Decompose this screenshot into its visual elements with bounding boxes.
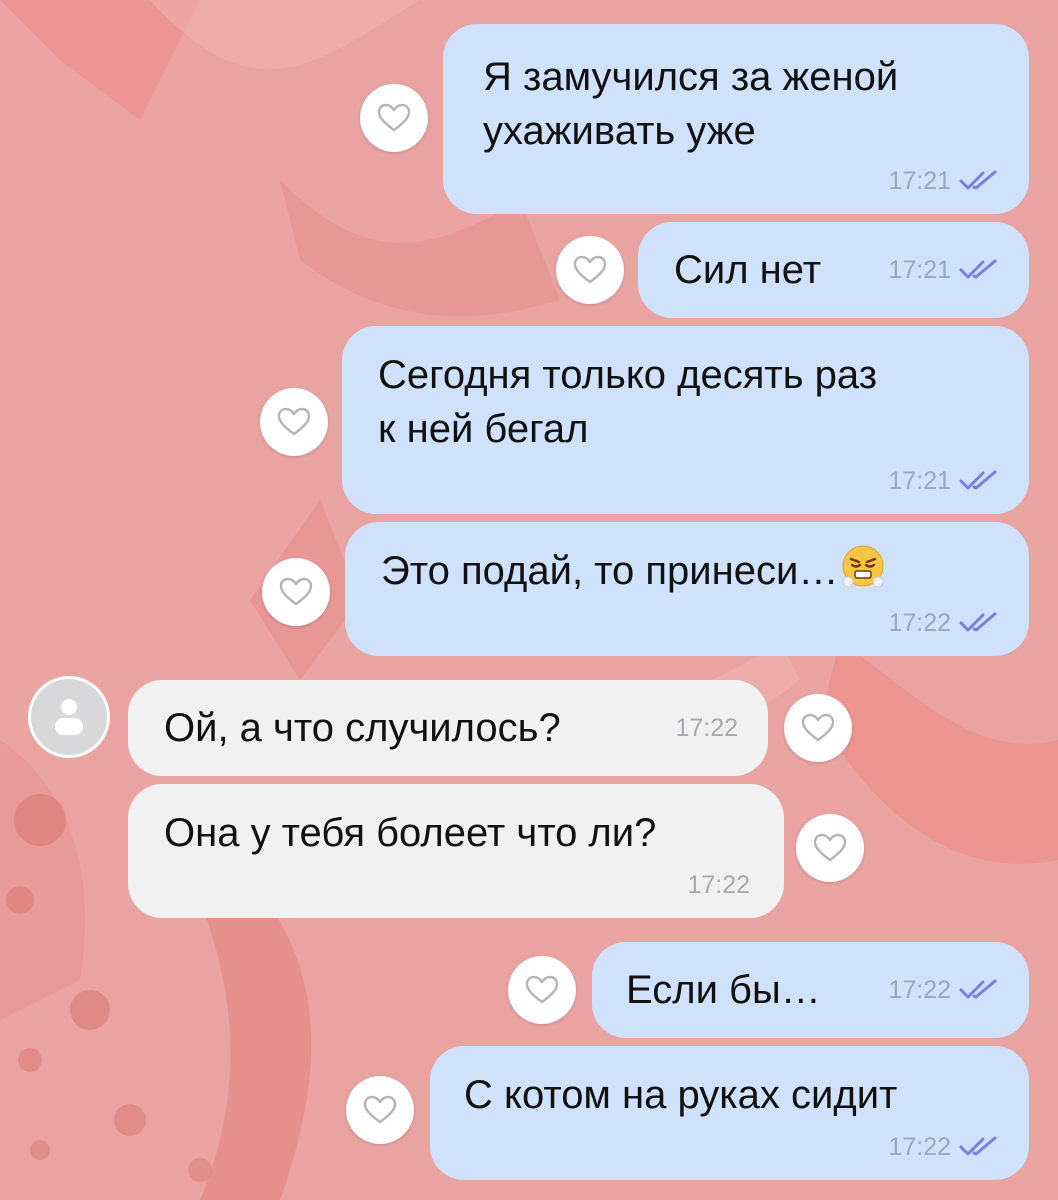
- message-bubble-outgoing[interactable]: С котом на руках сидит 17:22: [430, 1046, 1029, 1180]
- heart-outline-icon: [279, 577, 313, 606]
- message-meta: 17:21: [888, 168, 999, 194]
- message-text: С котом на руках сидит: [464, 1073, 898, 1117]
- reaction-button[interactable]: [556, 236, 624, 304]
- message-meta: 17:22: [675, 715, 738, 741]
- person-placeholder-icon: [55, 699, 83, 735]
- read-ticks-icon: [959, 1136, 997, 1156]
- message-meta: 17:22: [687, 872, 750, 898]
- read-ticks-icon: [959, 612, 997, 632]
- heart-outline-icon: [277, 407, 311, 436]
- message-time: 17:21: [888, 467, 951, 495]
- message-time: 17:21: [888, 256, 951, 284]
- reaction-button[interactable]: [360, 84, 428, 152]
- message-bubble-outgoing[interactable]: Сил нет 17:21: [638, 222, 1029, 318]
- heart-outline-icon: [801, 713, 835, 742]
- message-time: 17:21: [888, 167, 951, 195]
- message-bubble-outgoing[interactable]: Сегодня только десять раз к ней бегал 17…: [342, 326, 1029, 514]
- message-time: 17:22: [888, 1133, 951, 1161]
- reaction-button[interactable]: [784, 694, 852, 762]
- message-time: 17:22: [888, 976, 951, 1004]
- heart-outline-icon: [525, 975, 559, 1004]
- heart-outline-icon: [377, 103, 411, 132]
- heart-outline-icon: [363, 1095, 397, 1124]
- reaction-button[interactable]: [260, 388, 328, 456]
- read-ticks-icon: [959, 259, 997, 279]
- avatar[interactable]: [28, 676, 110, 758]
- message-time: 17:22: [687, 871, 750, 899]
- read-ticks-icon: [959, 170, 997, 190]
- message-bubble-outgoing[interactable]: Если бы… 17:22: [592, 942, 1029, 1038]
- message-meta: 17:22: [888, 1134, 999, 1160]
- message-meta: 17:21: [888, 257, 999, 283]
- message-text: Она у тебя болеет что ли?: [164, 811, 657, 855]
- reaction-button[interactable]: [796, 814, 864, 882]
- message-bubble-incoming[interactable]: Ой, а что случилось? 17:22: [128, 680, 768, 776]
- read-ticks-icon: [959, 979, 997, 999]
- message-text: Я замучился за женой ухаживать уже: [483, 55, 899, 153]
- heart-outline-icon: [813, 833, 847, 862]
- message-bubble-outgoing[interactable]: Это подай, то принеси… 17:22: [345, 522, 1029, 656]
- message-time: 17:22: [888, 609, 951, 637]
- message-bubble-outgoing[interactable]: Я замучился за женой ухаживать уже 17:21: [443, 24, 1029, 214]
- message-text: Сегодня только десять раз к ней бегал: [378, 353, 878, 451]
- message-meta: 17:22: [888, 610, 999, 636]
- reaction-button[interactable]: [508, 956, 576, 1024]
- heart-outline-icon: [573, 255, 607, 284]
- reaction-button[interactable]: [346, 1076, 414, 1144]
- message-meta: 17:22: [888, 977, 999, 1003]
- read-ticks-icon: [959, 470, 997, 490]
- face-with-steam-emoji: [842, 545, 884, 588]
- message-meta: 17:21: [888, 468, 999, 494]
- reaction-button[interactable]: [262, 558, 330, 626]
- message-time: 17:22: [675, 714, 738, 742]
- message-text: Это подай, то принеси…: [381, 544, 993, 598]
- message-bubble-incoming[interactable]: Она у тебя болеет что ли? 17:22: [128, 784, 784, 918]
